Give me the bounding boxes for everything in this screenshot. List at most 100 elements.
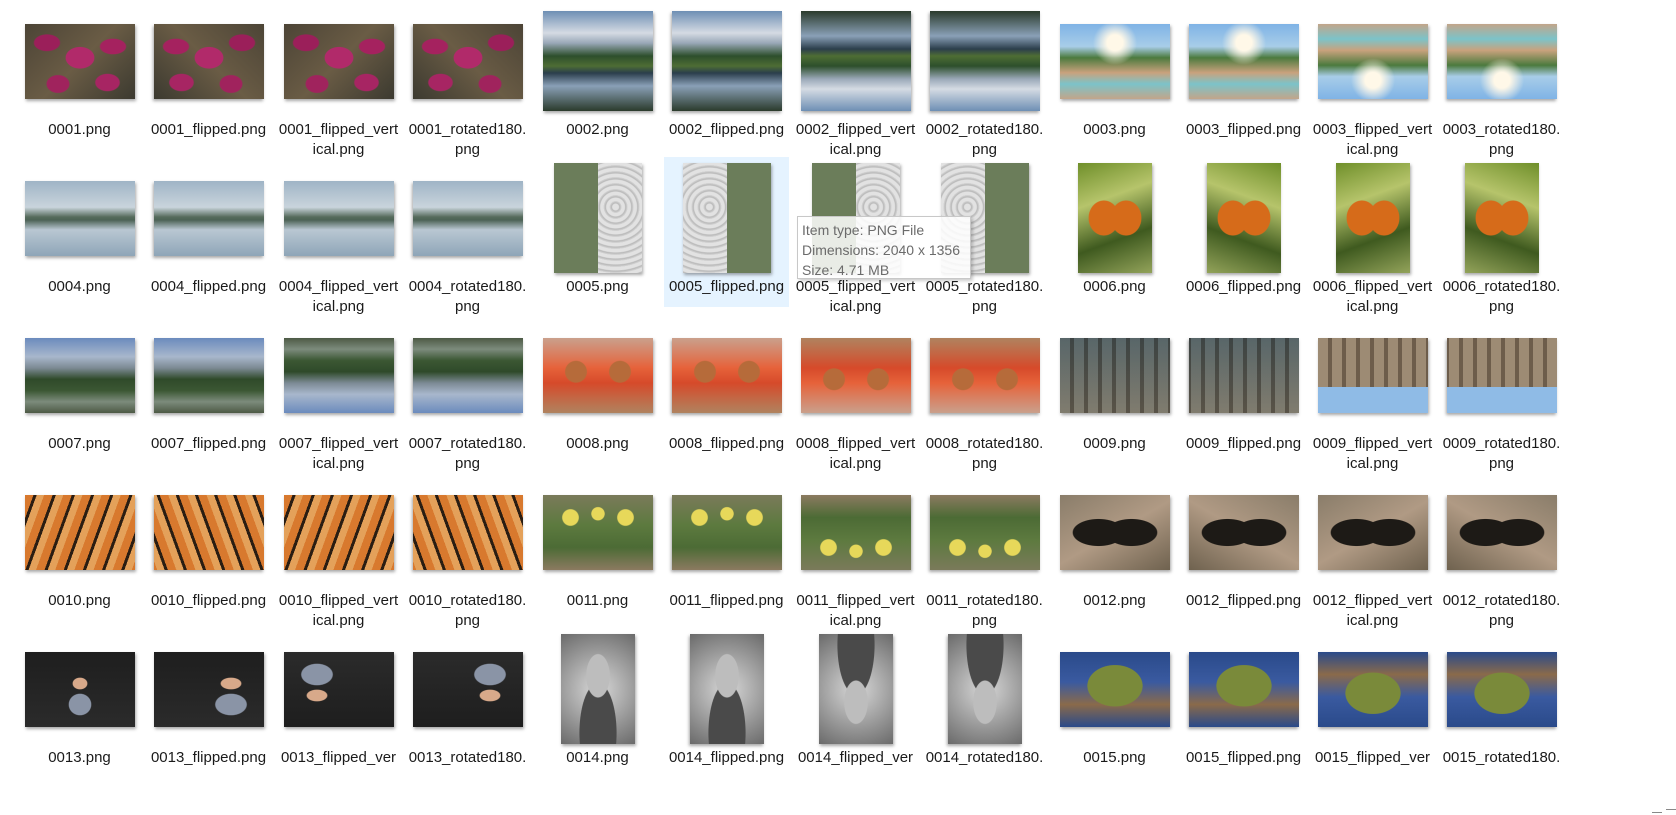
file-item[interactable]: 0008_rotated180.png [922, 314, 1047, 472]
thumbnail-image[interactable] [1446, 494, 1557, 570]
thumbnail-image[interactable] [542, 11, 653, 111]
file-item[interactable]: 0007_flipped_vertical.png [276, 314, 401, 472]
file-item[interactable]: 0006_flipped_vertical.png [1310, 157, 1435, 315]
thumbnail-image[interactable] [689, 634, 764, 744]
file-item[interactable]: 0007_rotated180.png [405, 314, 530, 472]
thumbnail-image[interactable] [542, 337, 653, 413]
thumbnail-image[interactable] [800, 11, 911, 111]
thumbnail-image[interactable] [412, 180, 523, 256]
thumbnail-image[interactable] [1188, 23, 1299, 99]
thumbnail-image[interactable] [1317, 651, 1428, 727]
thumbnail-image[interactable] [1188, 494, 1299, 570]
file-item[interactable]: 0012_rotated180.png [1439, 471, 1564, 629]
file-item[interactable]: 0009_flipped_vertical.png [1310, 314, 1435, 472]
thumbnail-image[interactable] [800, 494, 911, 570]
file-item[interactable]: 0013_rotated180. [405, 628, 530, 778]
thumbnail-image[interactable] [283, 337, 394, 413]
file-item[interactable]: 0015.png [1052, 628, 1177, 778]
file-item[interactable]: 0012_flipped_vertical.png [1310, 471, 1435, 629]
file-item[interactable]: 0011.png [535, 471, 660, 621]
thumbnail-image[interactable] [153, 337, 264, 413]
file-item[interactable]: 0014_rotated180. [922, 628, 1047, 778]
file-item[interactable]: 0012.png [1052, 471, 1177, 621]
thumbnail-image[interactable] [560, 634, 635, 744]
file-item[interactable]: 0002_flipped.png [664, 0, 789, 150]
thumbnail-image[interactable] [671, 494, 782, 570]
thumbnail-image[interactable] [1317, 23, 1428, 99]
thumbnail-image[interactable] [24, 180, 135, 256]
thumbnail-image[interactable] [24, 651, 135, 727]
file-item[interactable]: 0008.png [535, 314, 660, 464]
file-item[interactable]: 0007.png [17, 314, 142, 464]
file-item[interactable]: 0003_flipped.png [1181, 0, 1306, 150]
file-item[interactable]: 0009_flipped.png [1181, 314, 1306, 464]
file-item[interactable]: 0004_rotated180.png [405, 157, 530, 315]
file-item[interactable]: 0006_flipped.png [1181, 157, 1306, 307]
thumbnail-image[interactable] [818, 634, 893, 744]
file-item[interactable]: 0002_flipped_vertical.png [793, 0, 918, 158]
file-item[interactable]: 0013_flipped.png [146, 628, 271, 778]
thumbnail-image[interactable] [283, 494, 394, 570]
file-item[interactable]: 0010_flipped.png [146, 471, 271, 621]
file-item[interactable]: 0011_flipped_vertical.png [793, 471, 918, 629]
thumbnail-image[interactable] [412, 651, 523, 727]
thumbnail-image[interactable] [153, 23, 264, 99]
file-item[interactable]: 0004_flipped.png [146, 157, 271, 307]
thumbnail-image[interactable] [1059, 494, 1170, 570]
file-item[interactable]: 0004_flipped_vertical.png [276, 157, 401, 315]
file-item[interactable]: 0011_rotated180.png [922, 471, 1047, 629]
file-item[interactable]: 0010_rotated180.png [405, 471, 530, 629]
thumbnail-image[interactable] [153, 494, 264, 570]
thumbnail-image[interactable] [24, 23, 135, 99]
thumbnail-image[interactable] [800, 337, 911, 413]
file-item[interactable]: 0003_rotated180.png [1439, 0, 1564, 158]
file-item[interactable]: 0004.png [17, 157, 142, 307]
file-item[interactable]: 0008_flipped.png [664, 314, 789, 464]
file-item[interactable]: 0012_flipped.png [1181, 471, 1306, 621]
thumbnail-image[interactable] [412, 23, 523, 99]
thumbnail-image[interactable] [682, 163, 771, 273]
thumbnail-image[interactable] [153, 651, 264, 727]
file-item[interactable]: 0010_flipped_vertical.png [276, 471, 401, 629]
file-item[interactable]: 0005.png [535, 157, 660, 307]
file-item[interactable]: 0009.png [1052, 314, 1177, 464]
thumbnail-image[interactable] [947, 634, 1022, 744]
thumbnail-image[interactable] [1206, 163, 1281, 273]
thumbnail-image[interactable] [553, 163, 642, 273]
thumbnail-image[interactable] [1059, 651, 1170, 727]
file-item[interactable]: 0014_flipped_ver [793, 628, 918, 778]
file-item[interactable]: 0001.png [17, 0, 142, 150]
file-item[interactable]: 0001_flipped.png [146, 0, 271, 150]
file-item[interactable]: 0013_flipped_ver [276, 628, 401, 778]
thumbnail-image[interactable] [1317, 337, 1428, 413]
file-item[interactable]: 0015_flipped.png [1181, 628, 1306, 778]
file-item[interactable]: 0007_flipped.png [146, 314, 271, 464]
file-item[interactable]: 0002.png [535, 0, 660, 150]
thumbnail-image[interactable] [1059, 337, 1170, 413]
thumbnail-image[interactable] [1188, 651, 1299, 727]
file-item[interactable]: 0015_flipped_ver [1310, 628, 1435, 778]
file-item[interactable]: 0006.png [1052, 157, 1177, 307]
thumbnail-image[interactable] [929, 11, 1040, 111]
thumbnail-image[interactable] [1188, 337, 1299, 413]
file-item[interactable]: 0006_rotated180.png [1439, 157, 1564, 315]
thumbnail-image[interactable] [24, 337, 135, 413]
thumbnail-image[interactable] [1059, 23, 1170, 99]
thumbnail-image[interactable] [412, 494, 523, 570]
file-item[interactable]: 0013.png [17, 628, 142, 778]
thumbnail-image[interactable] [283, 651, 394, 727]
thumbnail-image[interactable] [1446, 23, 1557, 99]
thumbnail-image[interactable] [1446, 337, 1557, 413]
file-item[interactable]: 0003.png [1052, 0, 1177, 150]
thumbnail-image[interactable] [542, 494, 653, 570]
file-item[interactable]: 0008_flipped_vertical.png [793, 314, 918, 472]
file-item[interactable]: 0010.png [17, 471, 142, 621]
file-item[interactable]: 0003_flipped_vertical.png [1310, 0, 1435, 158]
file-item[interactable]: 0011_flipped.png [664, 471, 789, 621]
file-item[interactable]: 0001_rotated180.png [405, 0, 530, 158]
file-item[interactable]: 0015_rotated180. [1439, 628, 1564, 778]
file-item[interactable]: 0014_flipped.png [664, 628, 789, 778]
thumbnail-image[interactable] [929, 494, 1040, 570]
thumbnail-image[interactable] [671, 337, 782, 413]
thumbnail-image[interactable] [1077, 163, 1152, 273]
